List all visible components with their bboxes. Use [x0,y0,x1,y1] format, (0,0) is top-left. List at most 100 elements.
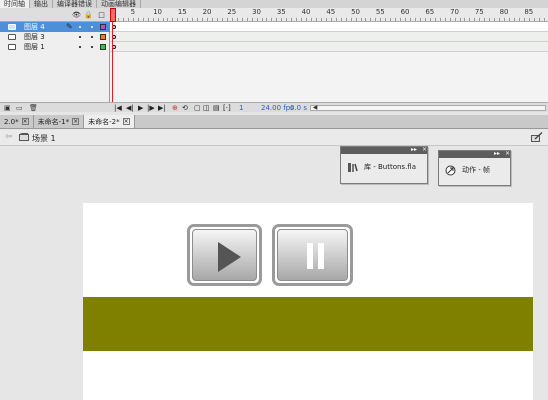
ruler-label: 50 [351,8,361,16]
visibility-dot[interactable] [79,46,81,48]
tab-motion-editor[interactable]: 动画编辑器 [97,0,141,8]
layer-color-swatch[interactable] [100,34,106,40]
visibility-dot[interactable] [79,36,81,38]
collapse-icon[interactable]: ▸▸ [494,150,500,158]
lock-dot[interactable] [91,36,93,38]
timeline-controls: |◀ ◀| ▶ |▶ ▶| ⊕ ⟲ ▢ ◫ ▤ [·] 1 24.00 fps … [110,102,548,112]
lock-icon[interactable]: 🔒 [84,11,93,19]
ruler-tick [276,18,278,21]
edit-scene-icon[interactable] [531,132,543,142]
eye-icon[interactable]: 👁 [72,11,81,19]
edit-bar: ⇦ 场景 1 [0,130,548,146]
close-icon[interactable]: × [122,118,130,125]
onion-outline-icon[interactable]: ◫ [203,103,210,113]
ruler-label: 10 [153,8,163,16]
ruler-tick [197,18,199,21]
layer-color-swatch[interactable] [100,24,106,30]
doc-tab-active[interactable]: 未命名-2* × [84,115,135,128]
frame-row[interactable] [110,22,548,32]
ruler-tick [523,18,525,21]
ruler-label: 65 [425,8,435,16]
last-frame-icon[interactable]: ▶| [158,103,166,113]
stage[interactable] [83,203,533,400]
frame-row[interactable] [110,32,548,42]
pause-button[interactable] [272,224,353,286]
ruler-label: 45 [326,8,336,16]
ruler-tick [484,18,486,21]
frame-row[interactable] [110,42,548,52]
center-frame-icon[interactable]: ⊕ [172,103,178,113]
layer-color-swatch[interactable] [100,44,106,50]
ruler-label: 40 [301,8,311,16]
panel-titlebar[interactable]: ▸▸ × [341,146,427,154]
play-icon [218,242,241,272]
ruler-tick [266,18,268,21]
ruler-tick [538,18,540,21]
markers-icon[interactable]: [·] [223,103,231,113]
layer-row-1[interactable]: 图层 1 [0,42,110,52]
frame-rate[interactable]: 24.00 fps [261,103,294,113]
ruler-tick [419,18,421,21]
ruler-tick [350,18,352,21]
trash-icon[interactable]: 🗑 [29,104,38,112]
tab-output[interactable]: 输出 [30,0,53,8]
collapse-icon[interactable]: ▸▸ [411,146,417,154]
ruler-tick [236,18,238,21]
ruler-tick [494,18,496,21]
onion-skin-icon[interactable]: ▢ [194,103,201,113]
scene-label[interactable]: 场景 1 [32,133,56,144]
play-icon[interactable]: ▶ [138,103,143,113]
new-layer-icon[interactable]: ▣ [4,104,11,112]
doc-tab[interactable]: 未命名-1* × [34,115,85,128]
lock-dot[interactable] [91,26,93,28]
frame-ruler: 1510152025303540455055606570758085 [110,8,548,22]
new-folder-icon[interactable]: ▭ [16,104,23,112]
tab-compiler-errors[interactable]: 编译器错误 [53,0,97,8]
ruler-tick [533,18,535,21]
close-icon[interactable]: × [72,118,80,125]
first-frame-icon[interactable]: |◀ [114,103,122,113]
library-panel[interactable]: ▸▸ × 库 - Buttons.fla [340,146,428,184]
scroll-left-icon[interactable]: ◀ [311,105,319,111]
ruler-tick [513,18,515,21]
doc-tab-label: 2.0* [4,117,19,126]
step-forward-icon[interactable]: |▶ [147,103,155,113]
play-button[interactable] [187,224,262,286]
lock-dot[interactable] [91,46,93,48]
play-button-face [192,229,257,281]
ruler-tick [405,18,407,21]
ruler-label: 5 [130,8,136,16]
ruler-label: 75 [474,8,484,16]
ruler-tick [202,18,204,21]
library-title: 库 - Buttons.fla [364,163,416,171]
ruler-tick [340,18,342,21]
current-frame: 1 [239,104,244,112]
ruler-tick [261,18,263,21]
ruler-tick [429,18,431,21]
ruler-tick [464,18,466,21]
loop-icon[interactable]: ⟲ [182,103,188,113]
close-icon[interactable]: × [21,118,29,125]
doc-tab[interactable]: 2.0* × [0,115,34,128]
layer-row-4[interactable]: 图层 4 ✎ [0,22,110,32]
outline-icon[interactable]: □ [97,11,106,19]
ruler-tick [127,18,129,21]
ruler-label: 85 [524,8,534,16]
back-arrow-icon[interactable]: ⇦ [5,132,13,142]
panel-titlebar[interactable]: ▸▸ × [439,150,510,158]
document-tabs: 2.0* × 未命名-1* × 未命名-2* × [0,115,548,129]
tab-timeline[interactable]: 时间轴 [0,0,30,8]
layer-row-3[interactable]: 图层 3 [0,32,110,42]
close-icon[interactable]: × [505,150,510,158]
visibility-dot[interactable] [79,26,81,28]
actions-panel[interactable]: ▸▸ × 动作 - 帧 [438,150,511,186]
step-back-icon[interactable]: ◀| [126,103,134,113]
playhead[interactable] [110,8,116,22]
doc-tab-label: 未命名-1* [37,117,70,126]
timeline-scrollbar[interactable]: ◀ [310,105,546,111]
ruler-label: 20 [202,8,212,16]
edit-multiple-icon[interactable]: ▤ [213,103,220,113]
close-icon[interactable]: × [422,146,427,154]
ruler-tick [509,18,510,21]
ruler-label: 25 [227,8,237,16]
